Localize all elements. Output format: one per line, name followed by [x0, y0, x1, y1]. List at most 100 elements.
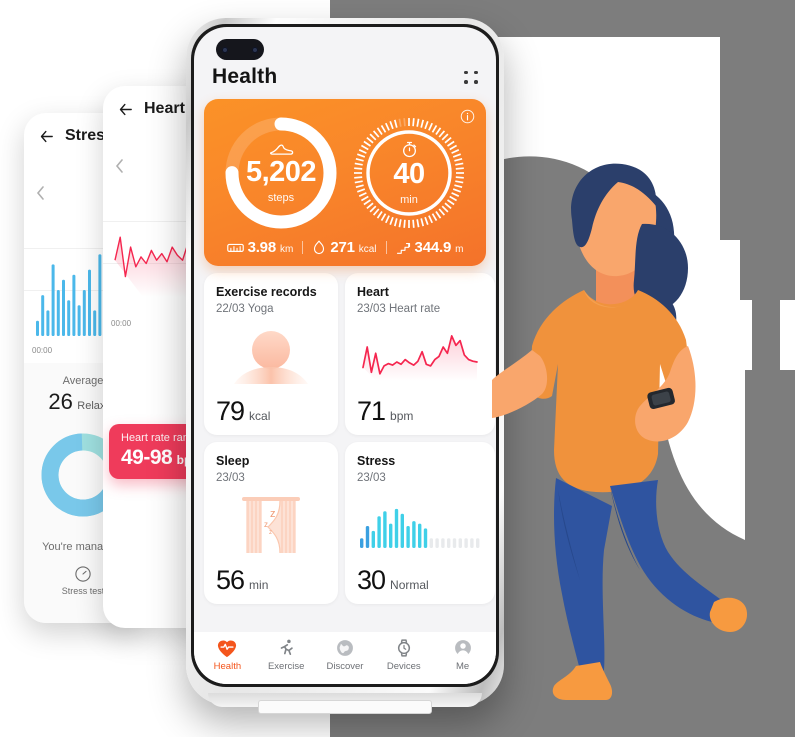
nav-label: Exercise	[267, 661, 305, 672]
health-tiles-grid: Exercise records 22/03 Yoga 79 kcal Hear…	[194, 266, 496, 604]
tile-subtitle: 22/03 Yoga	[216, 303, 274, 315]
fist	[636, 405, 671, 441]
page-title: Health	[212, 65, 278, 88]
tile-subtitle: 23/03 Heart rate	[357, 303, 441, 315]
arrow-left-icon[interactable]	[117, 101, 134, 118]
metric-elevation: 344.9 m	[387, 239, 473, 256]
tile-unit: Normal	[390, 578, 429, 592]
tile-subtitle: 23/03	[357, 472, 386, 484]
metric-calories: 271 kcal	[303, 239, 385, 256]
gauge-icon	[75, 566, 91, 582]
tile-unit: bpm	[390, 409, 414, 423]
distance-unit: km	[279, 244, 294, 255]
arrow-left-icon[interactable]	[38, 128, 55, 145]
tile-value-row: 56 min	[216, 567, 326, 594]
metric-distance: 3.98 km	[218, 239, 303, 256]
svg-text:z: z	[264, 520, 268, 529]
distance-value: 3.98	[247, 239, 277, 256]
minutes-ring-text: 40 min	[349, 113, 469, 233]
yoga-person-icon	[216, 315, 326, 398]
axis-left: 00:00	[32, 346, 53, 355]
badge-value: 49-98	[121, 446, 173, 469]
summary-metrics: 3.98 km 271 kcal 344.9 m	[214, 239, 476, 256]
shoe-icon	[269, 144, 294, 155]
tile-sleep[interactable]: Sleep 23/03 z z z 56 min	[204, 442, 338, 604]
stopwatch-icon	[402, 141, 416, 158]
tile-value-row: 79 kcal	[216, 398, 326, 425]
camera-lens	[252, 46, 258, 53]
stairs-icon	[396, 242, 410, 254]
svg-text:z: z	[270, 508, 276, 520]
tile-title: Heart	[357, 285, 389, 299]
running-icon	[280, 639, 293, 655]
nav-item-me[interactable]: Me	[433, 638, 492, 672]
nav-item-health[interactable]: Health	[198, 638, 257, 672]
running-woman-illustration	[492, 163, 748, 700]
flame-icon	[314, 240, 325, 255]
activity-summary-card[interactable]: 5,202 steps 40 min 3.98 km 271 kcal 344.…	[204, 99, 486, 266]
chevron-left-icon[interactable]	[115, 159, 124, 173]
tile-unit: min	[249, 578, 269, 592]
tile-stress[interactable]: Stress 23/03 30 Normal	[345, 442, 495, 604]
calories-unit: kcal	[358, 244, 377, 255]
grid-dots-icon[interactable]	[464, 70, 478, 84]
composition-stage: Stress Day M 00:00 06:00 Average 26 R	[0, 0, 795, 737]
distance-icon	[226, 243, 244, 252]
minutes-value: 40	[393, 158, 425, 190]
stress-test-label: Stress test	[61, 586, 105, 596]
elevation-unit: m	[455, 244, 464, 255]
tile-value-row: 30 Normal	[357, 567, 483, 594]
tile-exercise-records[interactable]: Exercise records 22/03 Yoga 79 kcal	[204, 273, 338, 435]
phone-bezel: Health 5,202 steps 40 min 3.98 km 271 kc…	[191, 24, 499, 687]
curtains-sleep-icon: z z z	[216, 484, 326, 567]
svg-text:z: z	[269, 530, 272, 536]
leg-back	[610, 480, 728, 623]
steps-ring-text: 5,202 steps	[221, 113, 341, 233]
tile-value: 56	[216, 565, 245, 595]
nav-item-exercise[interactable]: Exercise	[257, 638, 316, 672]
tile-value-row: 71 bpm	[357, 398, 483, 425]
nav-label: Me	[455, 661, 470, 672]
front-camera-cutout	[216, 39, 264, 60]
minutes-unit: min	[400, 194, 418, 206]
camera-lens	[222, 46, 228, 53]
nav-label: Health	[213, 661, 242, 672]
nav-label: Devices	[386, 661, 421, 672]
phone-screen: Health 5,202 steps 40 min 3.98 km 271 kc…	[194, 27, 496, 684]
arm-left	[492, 350, 548, 418]
average-value: 26	[48, 389, 73, 414]
tile-title: Sleep	[216, 454, 250, 468]
nav-item-devices[interactable]: Devices	[374, 638, 433, 672]
shoe-back	[709, 597, 748, 632]
heart-pulse-icon	[218, 640, 237, 658]
tile-unit: kcal	[249, 409, 271, 423]
tile-value: 79	[216, 396, 245, 426]
heart-card-title: Heart	[144, 100, 185, 117]
calories-value: 271	[330, 239, 355, 256]
tile-title: Exercise records	[216, 285, 317, 299]
bottom-navigation: Health Exercise Discover Devices Me	[194, 632, 496, 684]
tile-subtitle: 23/03	[216, 472, 245, 484]
chevron-left-icon[interactable]	[36, 186, 45, 200]
minutes-ring: 40 min	[349, 113, 469, 233]
globe-icon	[337, 640, 353, 656]
phone-device: Health 5,202 steps 40 min 3.98 km 271 kc…	[186, 18, 504, 714]
leg-front	[554, 478, 612, 681]
activity-rings: 5,202 steps 40 min	[214, 113, 476, 233]
tile-title: Stress	[357, 454, 396, 468]
axis-left: 00:00	[111, 319, 132, 328]
watch-icon	[397, 639, 410, 657]
tile-value: 71	[357, 396, 386, 426]
nav-item-discover[interactable]: Discover	[316, 638, 375, 672]
phone-stand-notch	[258, 700, 432, 714]
heartrate-wave-chart	[357, 315, 483, 398]
tile-heart[interactable]: Heart 23/03 Heart rate 71 bpm	[345, 273, 495, 435]
stress-bar-chart	[357, 484, 483, 567]
steps-unit: steps	[267, 192, 295, 204]
tile-value: 30	[357, 565, 386, 595]
app-header: Health	[194, 27, 496, 99]
person-icon	[454, 640, 471, 657]
steps-ring: 5,202 steps	[221, 113, 341, 233]
nav-label: Discover	[326, 661, 364, 672]
elevation-value: 344.9	[414, 239, 452, 256]
